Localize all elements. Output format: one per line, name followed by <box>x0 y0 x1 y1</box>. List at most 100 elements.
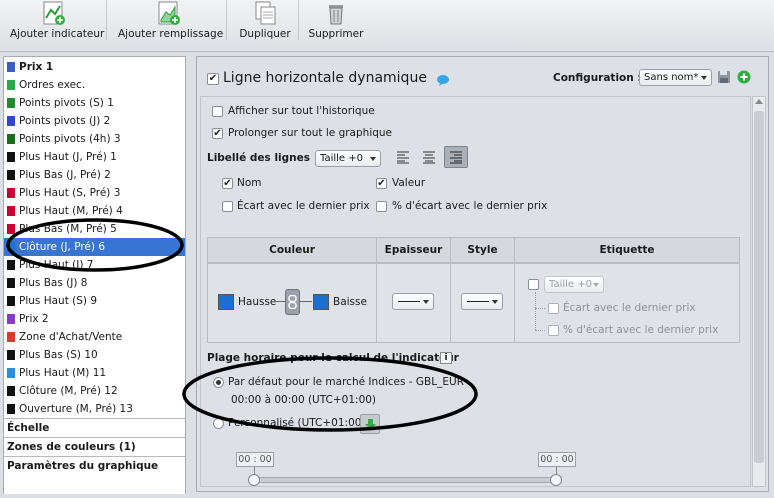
list-item[interactable]: Clôture (M, Pré) 12 <box>4 382 185 400</box>
info-icon[interactable]: i <box>440 352 452 364</box>
color-swatch <box>7 62 15 72</box>
label-pct-gap-text: % d'écart avec le dernier prix <box>563 324 719 336</box>
rise-color-swatch[interactable] <box>218 294 234 310</box>
slider-end-handle[interactable] <box>550 474 562 486</box>
config-value: Sans nom* <box>644 72 699 83</box>
list-item-label: Plus Bas (J) 8 <box>19 277 88 289</box>
list-item[interactable]: Prix 2 <box>4 310 185 328</box>
toolbar: Ajouter indicateur Ajouter remplissage D… <box>0 0 774 52</box>
col-color-header: Couleur <box>207 237 377 263</box>
add-config-icon[interactable] <box>737 70 751 84</box>
add-indicator-icon <box>43 1 65 25</box>
list-item-label: Plus Bas (M, Pré) 5 <box>19 223 117 235</box>
list-item-label: Prix 1 <box>19 61 54 73</box>
list-item[interactable]: Plus Haut (J, Pré) 1 <box>4 148 185 166</box>
list-item[interactable]: Points pivots (4h) 3 <box>4 130 185 148</box>
col-style-header: Style <box>450 237 515 263</box>
list-item[interactable]: Plus Haut (J) 7 <box>4 256 185 274</box>
list-item[interactable]: Zone d'Achat/Vente <box>4 328 185 346</box>
align-right-icon <box>450 151 462 164</box>
label-gap-checkbox[interactable] <box>548 303 559 314</box>
section-scale[interactable]: Échelle <box>4 418 185 437</box>
label-size-disabled-select[interactable]: Taille +0 <box>544 276 604 293</box>
pct-gap-label: % d'écart avec le dernier prix <box>392 200 548 212</box>
indicator-enabled-checkbox[interactable]: ✔ <box>207 73 219 85</box>
panel-title: Ligne horizontale dynamique <box>223 70 427 86</box>
list-item-label: Ouverture (M, Pré) 13 <box>19 403 133 415</box>
apply-custom-button[interactable] <box>360 414 380 434</box>
label-size-disabled-value: Taille +0 <box>549 279 592 290</box>
list-item[interactable]: Plus Haut (M, Pré) 4 <box>4 202 185 220</box>
add-indicator-button[interactable]: Ajouter indicateur <box>10 0 104 52</box>
slider-start-handle[interactable] <box>248 474 260 486</box>
config-label: Configuration : <box>553 72 642 84</box>
slider-start-time[interactable]: 00 : 00 <box>236 452 274 467</box>
list-item[interactable]: Prix 1 <box>4 58 185 76</box>
section-color-zones[interactable]: Zones de couleurs (1) <box>4 437 185 456</box>
scrollbar[interactable] <box>752 96 766 487</box>
list-item[interactable]: Points pivots (J) 2 <box>4 112 185 130</box>
list-item[interactable]: Plus Bas (J) 8 <box>4 274 185 292</box>
slider-end-time[interactable]: 00 : 00 <box>538 452 576 467</box>
list-item-label: Ordres exec. <box>19 79 86 91</box>
show-history-checkbox[interactable] <box>212 106 223 117</box>
list-item-label: Plus Haut (S, Pré) 3 <box>19 187 121 199</box>
color-swatch <box>7 98 15 108</box>
fall-color-swatch[interactable] <box>313 294 329 310</box>
speech-bubble-icon[interactable] <box>436 74 450 86</box>
link-colors-toggle[interactable] <box>285 289 300 315</box>
custom-hours-radio[interactable] <box>213 418 224 429</box>
color-swatch <box>7 296 15 306</box>
extend-chart-checkbox[interactable]: ✔ <box>212 128 223 139</box>
list-item-label: Plus Bas (J, Pré) 2 <box>19 169 111 181</box>
label-enable-checkbox[interactable] <box>528 279 539 290</box>
list-item[interactable]: Plus Bas (J, Pré) 2 <box>4 166 185 184</box>
color-swatch <box>7 350 15 360</box>
align-center-icon[interactable] <box>422 151 436 164</box>
align-left-icon[interactable] <box>396 151 410 164</box>
lines-label: Libellé des lignes <box>207 152 311 164</box>
align-right-button[interactable] <box>444 146 468 168</box>
thickness-select[interactable] <box>392 293 434 310</box>
add-fill-button[interactable]: Ajouter remplissage <box>118 0 224 52</box>
list-item[interactable]: Ouverture (M, Pré) 13 <box>4 400 185 418</box>
list-item[interactable]: Points pivots (S) 1 <box>4 94 185 112</box>
style-select[interactable] <box>461 293 503 310</box>
default-market-label: Par défaut pour le marché Indices - GBL_… <box>228 376 464 388</box>
color-swatch <box>7 260 15 270</box>
value-checkbox[interactable]: ✔ <box>376 178 387 189</box>
time-range-slider[interactable] <box>255 477 556 483</box>
duplicate-button[interactable]: Dupliquer <box>234 0 296 52</box>
default-hours-radio[interactable] <box>213 377 224 388</box>
extend-chart-label: Prolonger sur tout le graphique <box>228 127 393 139</box>
gap-last-price-checkbox[interactable] <box>222 201 233 212</box>
value-label: Valeur <box>392 177 426 189</box>
list-item[interactable]: Plus Bas (M, Pré) 5 <box>4 220 185 238</box>
default-hours-text: 00:00 à 00:00 (UTC+01:00) <box>231 394 377 406</box>
color-swatch <box>7 224 15 234</box>
delete-button[interactable]: Supprimer <box>304 0 368 52</box>
save-icon[interactable] <box>717 70 731 84</box>
list-item-label: Plus Haut (J, Pré) 1 <box>19 151 117 163</box>
label-size-value: Taille +0 <box>320 153 363 164</box>
label-pct-gap-checkbox[interactable] <box>548 325 559 336</box>
label-size-select[interactable]: Taille +0 <box>315 150 381 167</box>
list-item[interactable]: Ordres exec. <box>4 76 185 94</box>
pct-gap-checkbox[interactable] <box>376 201 387 212</box>
list-item[interactable]: Plus Haut (S) 9 <box>4 292 185 310</box>
name-checkbox[interactable]: ✔ <box>222 178 233 189</box>
color-swatch <box>7 188 15 198</box>
color-swatch <box>7 134 15 144</box>
hours-title: Plage horaire pour le calcul de l'indica… <box>207 352 459 364</box>
scrollbar-thumb[interactable] <box>754 111 764 463</box>
list-item[interactable]: Plus Bas (S) 10 <box>4 346 185 364</box>
color-swatch <box>7 386 15 396</box>
rise-label: Hausse <box>238 296 277 308</box>
fall-label: Baisse <box>333 296 367 308</box>
list-item[interactable]: Plus Haut (S, Pré) 3 <box>4 184 185 202</box>
list-item[interactable]: Clôture (J, Pré) 6 <box>4 238 185 256</box>
section-chart-params[interactable]: Paramètres du graphique <box>4 456 185 494</box>
list-item[interactable]: Plus Haut (M) 11 <box>4 364 185 382</box>
config-select[interactable]: Sans nom* <box>639 69 712 86</box>
add-fill-label: Ajouter remplissage <box>118 28 224 40</box>
